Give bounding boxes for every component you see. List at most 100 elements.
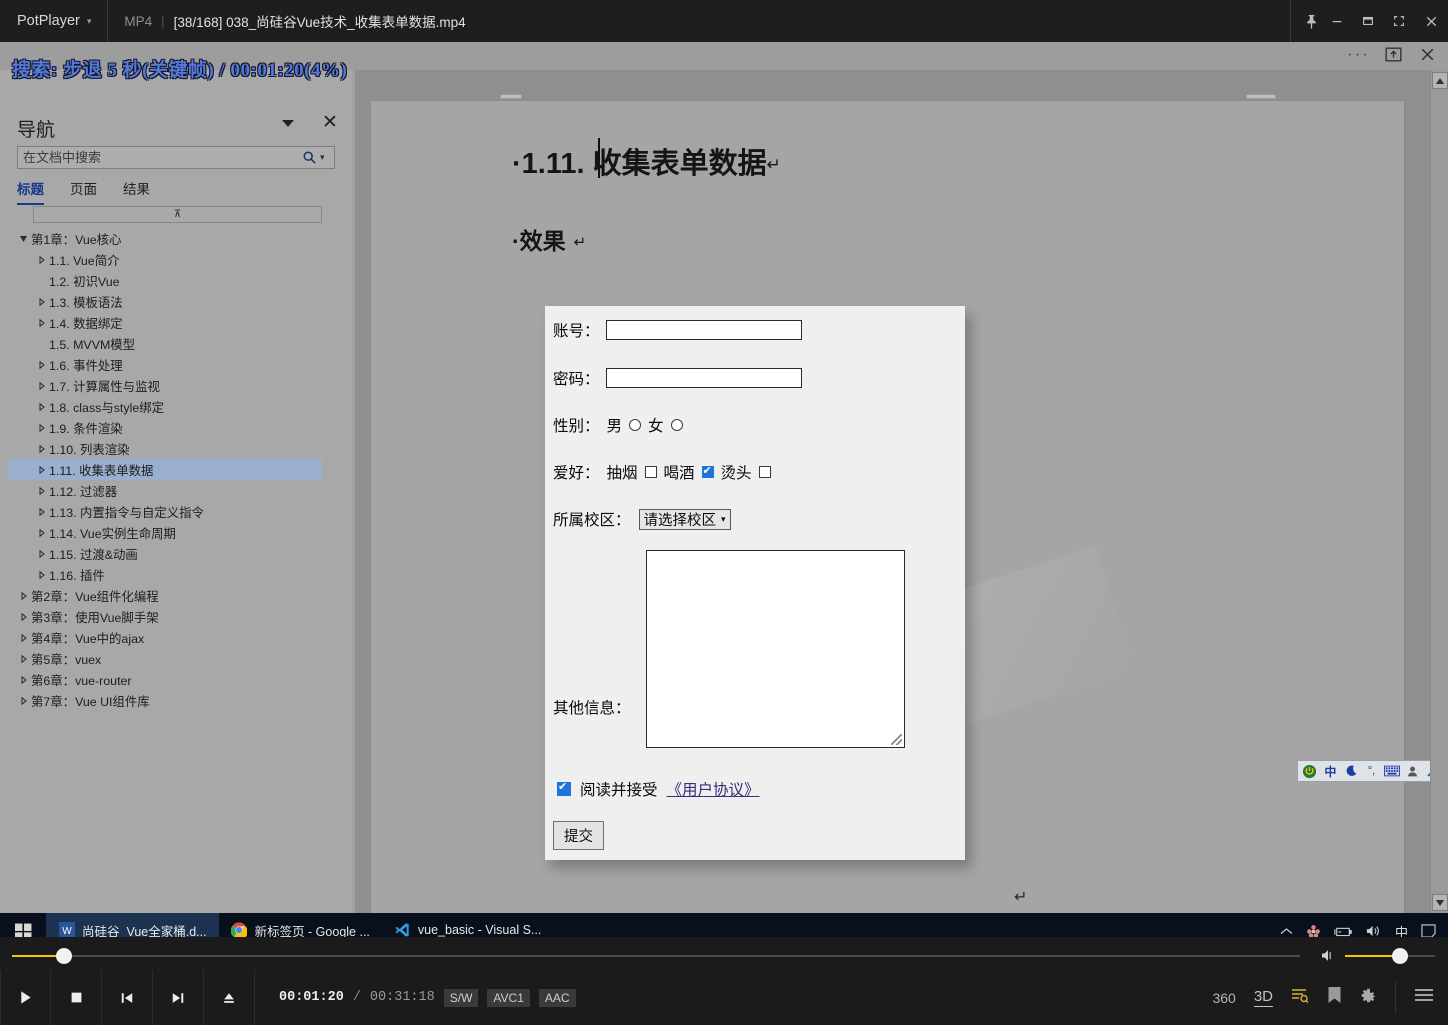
taskbar-item-chrome[interactable]: 新标签页 - Google ...: [219, 913, 382, 937]
triangle-right-icon[interactable]: [34, 570, 49, 579]
user-agreement-link[interactable]: 《用户协议》: [667, 778, 760, 800]
triangle-right-icon[interactable]: [34, 360, 49, 369]
account-input[interactable]: [605, 320, 802, 340]
triangle-right-icon[interactable]: [34, 381, 49, 390]
tab-pages[interactable]: 页面: [70, 178, 97, 205]
tree-item[interactable]: 1.16. 插件: [8, 564, 348, 585]
hobby-checkbox-drink[interactable]: [701, 464, 714, 478]
badge-audio-codec[interactable]: AAC: [538, 988, 576, 1007]
moon-icon[interactable]: [1342, 762, 1360, 780]
hobby-checkbox-smoke[interactable]: [644, 466, 657, 478]
bookmark-icon[interactable]: [1327, 987, 1342, 1008]
triangle-right-icon[interactable]: [34, 549, 49, 558]
search-input[interactable]: [18, 150, 298, 165]
ribbon-display-options-icon[interactable]: [1383, 44, 1404, 65]
tree-item[interactable]: 1.4. 数据绑定: [8, 312, 348, 333]
navigation-dropdown-icon[interactable]: [282, 120, 294, 127]
triangle-right-icon[interactable]: [34, 318, 49, 327]
tree-item[interactable]: 1.14. Vue实例生命周期: [8, 522, 348, 543]
triangle-right-icon[interactable]: [16, 612, 31, 621]
playlist-icon[interactable]: [1291, 987, 1309, 1008]
keyboard-icon[interactable]: [1383, 762, 1401, 780]
navigation-close-icon[interactable]: ✕: [322, 113, 338, 132]
fullscreen-icon[interactable]: [1383, 0, 1414, 42]
gender-radio-male[interactable]: [629, 419, 642, 431]
tree-item[interactable]: 1.9. 条件渲染: [8, 417, 348, 438]
action-center-icon[interactable]: [1421, 924, 1436, 937]
tree-item[interactable]: 第5章：vuex: [8, 648, 348, 669]
menu-icon[interactable]: [1414, 987, 1434, 1008]
collapse-all-bar[interactable]: ⊼: [33, 206, 322, 223]
next-button[interactable]: [153, 970, 204, 1025]
ime-language-icon[interactable]: 中: [1395, 922, 1408, 938]
seek-thumb[interactable]: [55, 948, 72, 964]
taskbar-item-vscode[interactable]: vue_basic - Visual S...: [382, 913, 553, 937]
app-menu-button[interactable]: PotPlayer ▾: [0, 0, 91, 42]
agreement-checkbox[interactable]: [557, 780, 571, 796]
sogou-logo-icon[interactable]: [1301, 762, 1319, 780]
tree-item[interactable]: 1.7. 计算属性与监视: [8, 375, 348, 396]
speaker-icon[interactable]: [1365, 924, 1382, 937]
pin-on-top-icon[interactable]: [1290, 0, 1321, 42]
close-icon[interactable]: [1414, 0, 1448, 42]
volume-bar[interactable]: [1345, 955, 1435, 957]
tree-item[interactable]: 第4章：Vue中的ajax: [8, 627, 348, 648]
search-options-chevron-icon[interactable]: ▾: [320, 152, 334, 163]
ribbon-overflow-icon[interactable]: ···: [1347, 44, 1370, 64]
tree-item[interactable]: 1.13. 内置指令与自定义指令: [8, 501, 348, 522]
tree-item[interactable]: 1.6. 事件处理: [8, 354, 348, 375]
volume-icon[interactable]: [1320, 948, 1338, 968]
submit-button[interactable]: 提交: [553, 821, 604, 850]
triangle-right-icon[interactable]: [34, 255, 49, 264]
search-icon[interactable]: [298, 150, 320, 165]
volume-thumb[interactable]: [1392, 948, 1408, 964]
tree-item[interactable]: 1.8. class与style绑定: [8, 396, 348, 417]
other-info-textarea[interactable]: [646, 550, 905, 748]
tree-item[interactable]: 1.3. 模板语法: [8, 291, 348, 312]
battery-icon[interactable]: [1334, 925, 1352, 938]
stop-button[interactable]: [51, 970, 102, 1025]
triangle-right-icon[interactable]: [16, 633, 31, 642]
tree-item[interactable]: 1.5. MVVM模型: [8, 333, 348, 354]
triangle-right-icon[interactable]: [16, 696, 31, 705]
badge-decoder[interactable]: S/W: [443, 988, 479, 1007]
tree-item[interactable]: 1.1. Vue简介: [8, 249, 348, 270]
tab-results[interactable]: 结果: [123, 178, 150, 205]
eject-button[interactable]: [204, 970, 255, 1025]
triangle-right-icon[interactable]: [34, 465, 49, 474]
gear-icon[interactable]: [1360, 987, 1377, 1009]
seek-bar[interactable]: [12, 955, 1300, 957]
tree-item[interactable]: 第6章：vue-router: [8, 669, 348, 690]
tree-item[interactable]: 第3章：使用Vue脚手架: [8, 606, 348, 627]
taskbar-item-word[interactable]: W 尚硅谷_Vue全家桶.d...: [46, 913, 219, 937]
tree-item[interactable]: 1.11. 收集表单数据: [8, 459, 322, 480]
scroll-down-button[interactable]: [1432, 894, 1448, 911]
ime-language-label[interactable]: 中: [1322, 762, 1340, 780]
triangle-right-icon[interactable]: [34, 486, 49, 495]
triangle-right-icon[interactable]: [34, 423, 49, 432]
triangle-right-icon[interactable]: [16, 654, 31, 663]
scroll-up-button[interactable]: [1432, 72, 1448, 89]
vr-360-button[interactable]: 360: [1212, 990, 1235, 1006]
word-close-icon[interactable]: [1417, 44, 1438, 65]
document-vertical-scrollbar[interactable]: [1430, 70, 1448, 913]
password-input[interactable]: [605, 368, 802, 388]
campus-select[interactable]: 请选择校区 ▾: [638, 508, 731, 530]
tree-item[interactable]: 第2章：Vue组件化编程: [8, 585, 348, 606]
triangle-down-icon[interactable]: [16, 235, 31, 243]
triangle-right-icon[interactable]: [16, 591, 31, 600]
minimize-icon[interactable]: [1321, 0, 1352, 42]
badge-video-codec[interactable]: AVC1: [487, 988, 530, 1007]
tree-item[interactable]: 1.12. 过滤器: [8, 480, 348, 501]
flower-icon[interactable]: [1306, 924, 1321, 937]
maximize-icon[interactable]: [1352, 0, 1383, 42]
triangle-right-icon[interactable]: [34, 444, 49, 453]
document-search-box[interactable]: ▾: [17, 146, 335, 169]
triangle-right-icon[interactable]: [34, 507, 49, 516]
previous-button[interactable]: [102, 970, 153, 1025]
tree-item[interactable]: 1.10. 列表渲染: [8, 438, 348, 459]
triangle-right-icon[interactable]: [34, 528, 49, 537]
tree-item[interactable]: 第7章：Vue UI组件库: [8, 690, 348, 711]
video-surface[interactable]: ··· 导航 ✕ ▾ 标题: [0, 42, 1448, 937]
tree-item[interactable]: 1.15. 过渡&动画: [8, 543, 348, 564]
